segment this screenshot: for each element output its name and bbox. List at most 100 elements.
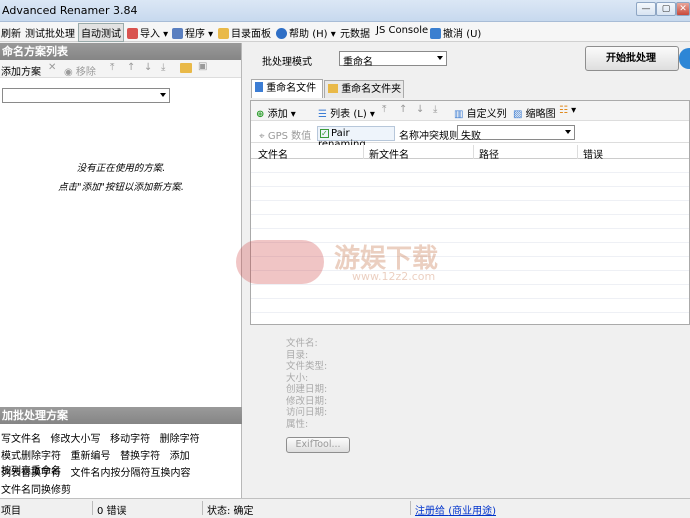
conflict-rule-select[interactable]: 失败 — [457, 125, 575, 142]
method-swap[interactable]: 文件名内按分隔符互换内容 — [71, 468, 191, 479]
info-accessed: 访问日期: — [286, 407, 328, 418]
import-menu[interactable]: 导入 ▾ — [127, 25, 168, 40]
save-icon[interactable]: ▣ — [198, 61, 207, 72]
col-filename[interactable]: 文件名 — [258, 146, 288, 161]
batch-row-3: 列表替换字符 文件名内按分隔符互换内容 — [1, 464, 191, 479]
info-created: 创建日期: — [286, 384, 328, 395]
minimize-button[interactable]: — — [636, 2, 656, 16]
method-remove[interactable]: 删除字符 — [160, 434, 200, 445]
batch-mode-value: 重命名 — [343, 57, 373, 68]
move-top-icon[interactable]: ⤒ — [110, 62, 114, 73]
chevron-down-icon — [437, 56, 443, 60]
batch-mode-label: 批处理模式 — [262, 57, 312, 68]
programs-icon — [172, 28, 183, 39]
move-down-icon[interactable]: ↓ — [144, 62, 152, 73]
pair-renaming-toggle[interactable]: ✓Pair renaming — [317, 126, 395, 150]
add-files-button[interactable]: ⊕ 添加 ▾ — [256, 105, 296, 120]
move-top-icon[interactable]: ⤒ — [382, 104, 386, 115]
undo-icon — [430, 28, 441, 39]
chevron-down-icon — [160, 93, 166, 97]
delete-icon[interactable]: ✕ — [48, 62, 56, 73]
add-method-button[interactable]: 添加方案 — [1, 63, 41, 78]
batch-row-4: 文件名同换修剪 — [1, 481, 71, 496]
move-down-icon[interactable]: ↓ — [416, 104, 424, 115]
open-folder-icon[interactable] — [180, 63, 192, 73]
method-add[interactable]: 添加 — [170, 451, 190, 462]
files-toolbar: ⊕ 添加 ▾ ☰ 列表 (L) ▾ ⤒ ↑ ↓ ⤓ ▥ 自定义列 ▨ 缩略图 ☷… — [251, 101, 689, 121]
play-icon — [679, 48, 690, 69]
plus-icon: ⊕ — [256, 109, 265, 120]
title-bar: Advanced Renamer 3.84 — ▢ ✕ — [0, 0, 690, 22]
file-grid-header: 文件名 新文件名 路径 错误 — [251, 145, 689, 161]
method-renumber[interactable]: 重新编号 — [71, 451, 111, 462]
status-items: 项目 — [1, 506, 21, 517]
col-new-filename[interactable]: 新文件名 — [369, 146, 409, 161]
method-move[interactable]: 移动字符 — [110, 434, 150, 445]
tab-rename-files[interactable]: 重命名文件 — [251, 79, 323, 98]
info-modified: 修改日期: — [286, 395, 328, 407]
watermark-url: www.12z2.com — [352, 270, 436, 283]
empty-hint-1: 没有正在使用的方案. — [76, 163, 166, 174]
exiftool-button[interactable]: ExifTool... — [286, 437, 350, 453]
maximize-button[interactable]: ▢ — [656, 2, 676, 16]
methods-header: 命名方案列表 — [0, 43, 241, 60]
method-replace[interactable]: 替换字符 — [120, 451, 160, 462]
move-bottom-icon[interactable]: ⤓ — [433, 104, 437, 115]
table-row — [251, 216, 689, 229]
info-directory: 目录: — [286, 349, 309, 361]
info-size: 大小: — [286, 372, 309, 384]
check-icon: ✓ — [320, 129, 329, 138]
method-trim[interactable]: 文件名同换修剪 — [1, 485, 71, 496]
move-bottom-icon[interactable]: ⤓ — [161, 62, 165, 73]
batch-header: 加批处理方案 — [0, 407, 242, 424]
move-up-icon[interactable]: ↑ — [399, 104, 407, 115]
batch-row-1: 写文件名 修改大小写 移动字符 删除字符 — [1, 430, 200, 445]
close-button[interactable]: ✕ — [676, 2, 690, 16]
file-list-panel: ⊕ 添加 ▾ ☰ 列表 (L) ▾ ⤒ ↑ ↓ ⤓ ▥ 自定义列 ▨ 缩略图 ☷… — [250, 100, 690, 325]
methods-toolbar: 添加方案 ✕ ◉ 移除 ⤒ ↑ ↓ ⤓ ▣ — [0, 60, 241, 78]
method-list-replace[interactable]: 列表替换字符 — [1, 468, 61, 479]
method-remove-pattern[interactable]: 模式删除字符 — [1, 451, 61, 462]
pin-icon: ⌖ — [259, 131, 265, 142]
main-toolbar: 刷新 测试批处理 自动测试 导入 ▾ 程序 ▾ 目录面板 帮助 (H) ▾ 元数… — [0, 22, 690, 42]
register-link[interactable]: 注册给 (商业用途) — [415, 502, 496, 517]
start-batch-button[interactable]: 开始批处理 — [585, 46, 679, 71]
test-batch-button[interactable]: 测试批处理 — [25, 25, 75, 40]
custom-columns-button[interactable]: ▥ 自定义列 — [454, 105, 507, 120]
move-up-icon[interactable]: ↑ — [127, 62, 135, 73]
watermark: 游娱下载 www.12z2.com — [236, 236, 472, 288]
programs-menu[interactable]: 程序 ▾ — [172, 25, 213, 40]
status-errors: 0 错误 — [97, 506, 127, 517]
gps-toggle[interactable]: ⌖ GPS 数值 — [259, 127, 311, 142]
conflict-rule-value: 失败 — [461, 131, 481, 142]
status-bar: 项目 0 错误 状态: 确定 注册给 (商业用途) — [0, 498, 690, 518]
method-preset-select[interactable] — [2, 88, 170, 103]
thumbnails-button[interactable]: ▨ 缩略图 — [513, 105, 556, 120]
list-menu[interactable]: ☰ 列表 (L) ▾ — [318, 105, 375, 120]
batch-mode-select[interactable]: 重命名 — [339, 51, 447, 68]
dir-panel-button[interactable]: 目录面板 — [218, 25, 271, 40]
columns-icon: ▥ — [454, 109, 464, 120]
folder-icon — [218, 28, 229, 39]
methods-panel: 命名方案列表 添加方案 ✕ ◉ 移除 ⤒ ↑ ↓ ⤓ ▣ 没有正在使用的方案. … — [0, 43, 242, 498]
folder-icon — [328, 84, 338, 93]
col-path[interactable]: 路径 — [479, 146, 499, 161]
col-error[interactable]: 错误 — [583, 146, 603, 161]
status-state: 状态: 确定 — [207, 506, 254, 517]
undo-button[interactable]: 撤消 (U) — [430, 25, 481, 40]
tab-rename-folders[interactable]: 重命名文件夹 — [324, 80, 404, 98]
watermark-logo — [236, 240, 324, 284]
table-row — [251, 160, 689, 173]
method-new-name[interactable]: 写文件名 — [1, 434, 41, 445]
refresh-button[interactable]: 刷新 — [1, 25, 21, 40]
view-options-menu[interactable]: ☷ ▾ — [559, 105, 576, 116]
image-icon: ▨ — [513, 109, 523, 120]
remove-button[interactable]: ◉ 移除 — [64, 63, 96, 78]
conflict-label: 名称冲突规则: — [399, 131, 463, 142]
metadata-button[interactable]: 元数据 — [340, 25, 370, 40]
import-icon — [127, 28, 138, 39]
help-menu[interactable]: 帮助 (H) ▾ — [276, 25, 336, 40]
auto-test-toggle[interactable]: 自动测试 — [78, 23, 124, 42]
js-console-button[interactable]: JS Console — [376, 25, 428, 36]
method-case[interactable]: 修改大小写 — [51, 434, 101, 445]
